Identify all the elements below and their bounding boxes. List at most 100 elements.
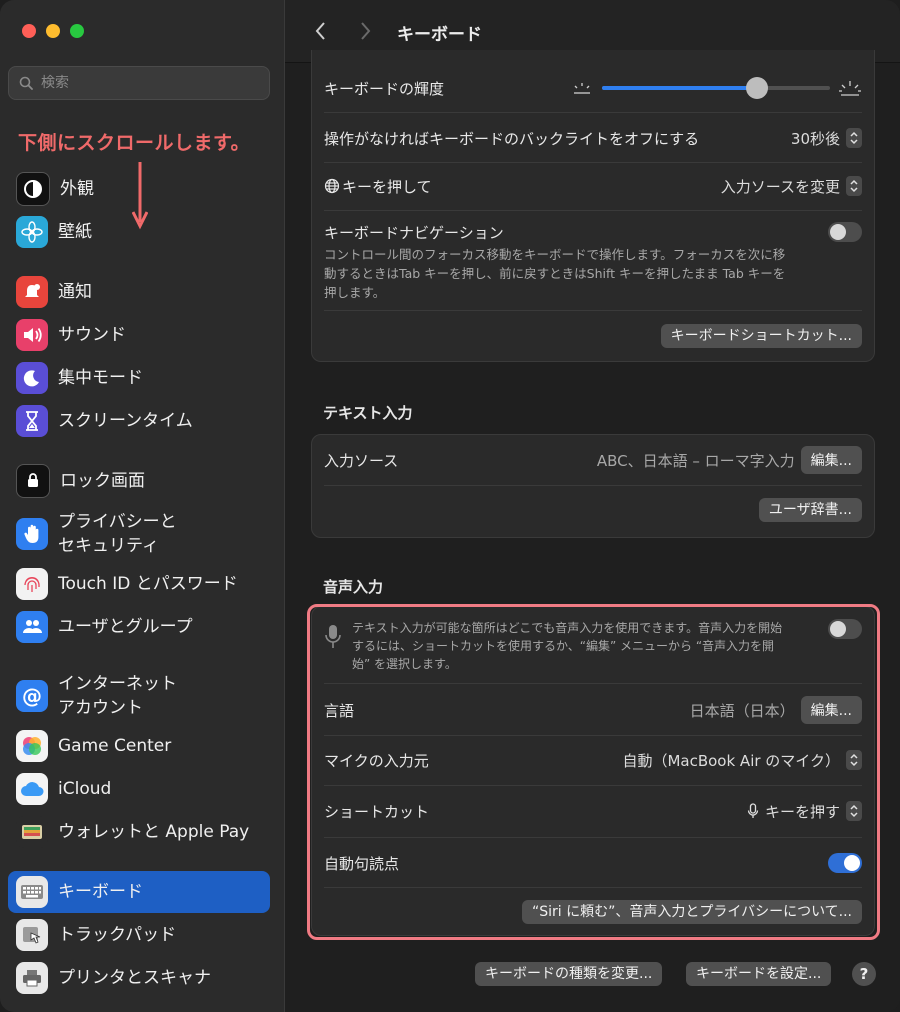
sidebar-item-label: キーボード <box>58 882 143 902</box>
sidebar-item-icloud[interactable]: iCloud <box>8 768 270 810</box>
page-title: キーボード <box>397 25 482 45</box>
sidebar-item-trackpad[interactable]: トラックパッド <box>8 914 270 956</box>
users-icon <box>16 611 48 643</box>
brightness-low-icon <box>574 83 590 94</box>
sidebar-item-label: iCloud <box>58 779 112 799</box>
sidebar-item-internet-accounts[interactable]: @ インターネット アカウント <box>8 670 270 722</box>
keyboard-navigation-description: コントロール間のフォーカス移動をキーボードで操作します。フォーカスを次に移動する… <box>324 247 786 300</box>
sidebar-item-label: ユーザとグループ <box>58 617 193 637</box>
keyboard-navigation-label: キーボードナビゲーション <box>324 224 504 242</box>
sidebar-item-label: スクリーンタイム <box>58 411 193 431</box>
user-dict-button-wrap: ユーザ辞書... <box>758 498 862 522</box>
keyboard-navigation-row: キーボードナビゲーション コントロール間のフォーカス移動をキーボードで操作します… <box>324 222 862 300</box>
minimize-window-button[interactable] <box>46 24 60 38</box>
appearance-icon <box>16 172 50 206</box>
keyboard-settings-group: キーボードの輝度 操作がなければキーボードのバックライトをオフにする 30秒後 <box>311 50 875 362</box>
user-dictionary-button[interactable]: ユーザ辞書... <box>758 498 862 522</box>
at-icon: @ <box>16 680 48 712</box>
change-keyboard-type-button[interactable]: キーボードの種類を変更... <box>475 962 663 986</box>
globe-icon <box>324 178 340 194</box>
fingerprint-icon <box>16 568 48 600</box>
sidebar-item-sound[interactable]: サウンド <box>8 314 270 356</box>
wallpaper-icon <box>16 216 48 248</box>
sidebar-item-label: トラックパッド <box>58 925 177 945</box>
wallet-icon <box>16 816 48 848</box>
sidebar-item-label: インターネット アカウント <box>58 674 177 718</box>
keyboard-navigation-toggle[interactable] <box>828 222 862 242</box>
brightness-row: キーボードの輝度 <box>324 76 862 100</box>
search-field[interactable] <box>8 66 270 100</box>
updown-chevron-icon <box>846 176 862 196</box>
brightness-control <box>570 77 862 99</box>
shortcuts-button-wrap: キーボードショートカット... <box>660 324 862 348</box>
sidebar-item-label: 外観 <box>60 179 94 199</box>
sidebar-item-focus[interactable]: 集中モード <box>8 357 270 399</box>
back-chevron-icon[interactable] <box>311 20 331 42</box>
backlight-off-label: 操作がなければキーボードのバックライトをオフにする <box>324 129 700 148</box>
input-sources-label: 入力ソース <box>324 451 399 470</box>
main-pane: キーボード キーボードの輝度 操作がなければキーボードのバックライトをオフにする… <box>285 0 900 1012</box>
globe-key-popup[interactable]: 入力ソースを変更 <box>721 176 862 197</box>
search-input[interactable] <box>39 74 253 92</box>
brightness-slider-knob[interactable] <box>746 77 768 99</box>
lock-icon <box>16 464 50 498</box>
backlight-off-value: 30秒後 <box>790 129 840 148</box>
globe-key-row: キーを押して 入力ソースを変更 <box>324 174 862 198</box>
sidebar-item-notifications[interactable]: 通知 <box>8 271 270 313</box>
sidebar-item-privacy[interactable]: プライバシーと セキュリティ <box>8 508 270 560</box>
sidebar-item-label: Touch ID とパスワード <box>58 574 238 594</box>
close-window-button[interactable] <box>22 24 36 38</box>
printer-icon <box>16 962 48 994</box>
input-sources-edit-button[interactable]: 編集... <box>800 446 862 474</box>
settings-window: 下側にスクロールします。 外観 壁紙 通知 <box>0 0 900 1012</box>
sidebar-item-lock-screen[interactable]: ロック画面 <box>8 460 270 502</box>
sidebar-item-label: サウンド <box>58 325 126 345</box>
hand-icon <box>16 518 48 550</box>
game-center-icon <box>16 730 48 762</box>
sidebar: 下側にスクロールします。 外観 壁紙 通知 <box>0 0 285 1012</box>
updown-chevron-icon <box>846 128 862 148</box>
input-sources-value-wrap: ABC、日本語 – ローマ字入力 編集... <box>597 446 862 474</box>
setup-button-wrap: キーボードを設定... <box>686 962 832 986</box>
sidebar-item-label: Game Center <box>58 736 172 756</box>
sidebar-item-printers[interactable]: プリンタとスキャナ <box>8 957 270 999</box>
globe-key-label-wrap: キーを押して <box>324 176 432 197</box>
sidebar-item-game-center[interactable]: Game Center <box>8 725 270 767</box>
sidebar-item-keyboard[interactable]: キーボード <box>8 871 270 913</box>
sidebar-item-screen-time[interactable]: スクリーンタイム <box>8 400 270 442</box>
sidebar-item-appearance[interactable]: 外観 <box>8 168 270 210</box>
backlight-off-row: 操作がなければキーボードのバックライトをオフにする 30秒後 <box>324 126 862 150</box>
globe-key-value: 入力ソースを変更 <box>720 177 840 196</box>
change-type-button-wrap: キーボードの種類を変更... <box>475 962 663 986</box>
setup-keyboard-button[interactable]: キーボードを設定... <box>686 962 832 986</box>
keyboard-icon <box>16 876 48 908</box>
scroll-annotation: 下側にスクロールします。 <box>18 132 251 154</box>
brightness-high-icon <box>839 81 861 96</box>
focus-moon-icon <box>16 362 48 394</box>
sidebar-item-label: ウォレットと Apple Pay <box>58 822 250 842</box>
sidebar-item-users[interactable]: ユーザとグループ <box>8 606 270 648</box>
sidebar-item-wallpaper[interactable]: 壁紙 <box>8 211 270 253</box>
help-button[interactable]: ? <box>852 962 876 986</box>
hourglass-icon <box>16 405 48 437</box>
keyboard-shortcuts-button[interactable]: キーボードショートカット... <box>660 324 862 348</box>
sidebar-item-wallet[interactable]: ウォレットと Apple Pay <box>8 811 270 853</box>
text-input-group: 入力ソース ABC、日本語 – ローマ字入力 編集... ユーザ辞書... <box>311 434 875 538</box>
text-input-section-title: テキスト入力 <box>323 404 413 422</box>
zoom-window-button[interactable] <box>70 24 84 38</box>
input-sources-value: ABC、日本語 – ローマ字入力 <box>596 451 795 470</box>
sound-icon <box>16 319 48 351</box>
sidebar-item-label: 集中モード <box>58 368 143 388</box>
sidebar-item-label: 壁紙 <box>58 222 92 242</box>
backlight-off-popup[interactable]: 30秒後 <box>791 128 862 149</box>
sidebar-item-label: プライバシーと セキュリティ <box>58 512 177 556</box>
highlight-annotation-box <box>307 604 880 940</box>
brightness-slider[interactable] <box>602 77 830 99</box>
brightness-label: キーボードの輝度 <box>324 79 445 98</box>
sidebar-item-touch-id[interactable]: Touch ID とパスワード <box>8 563 270 605</box>
dictation-section-title: 音声入力 <box>323 578 384 596</box>
forward-chevron-icon[interactable] <box>355 20 375 42</box>
globe-key-label: キーを押して <box>342 177 432 196</box>
sidebar-item-label: 通知 <box>58 282 92 302</box>
brightness-slider-fill <box>602 86 757 90</box>
